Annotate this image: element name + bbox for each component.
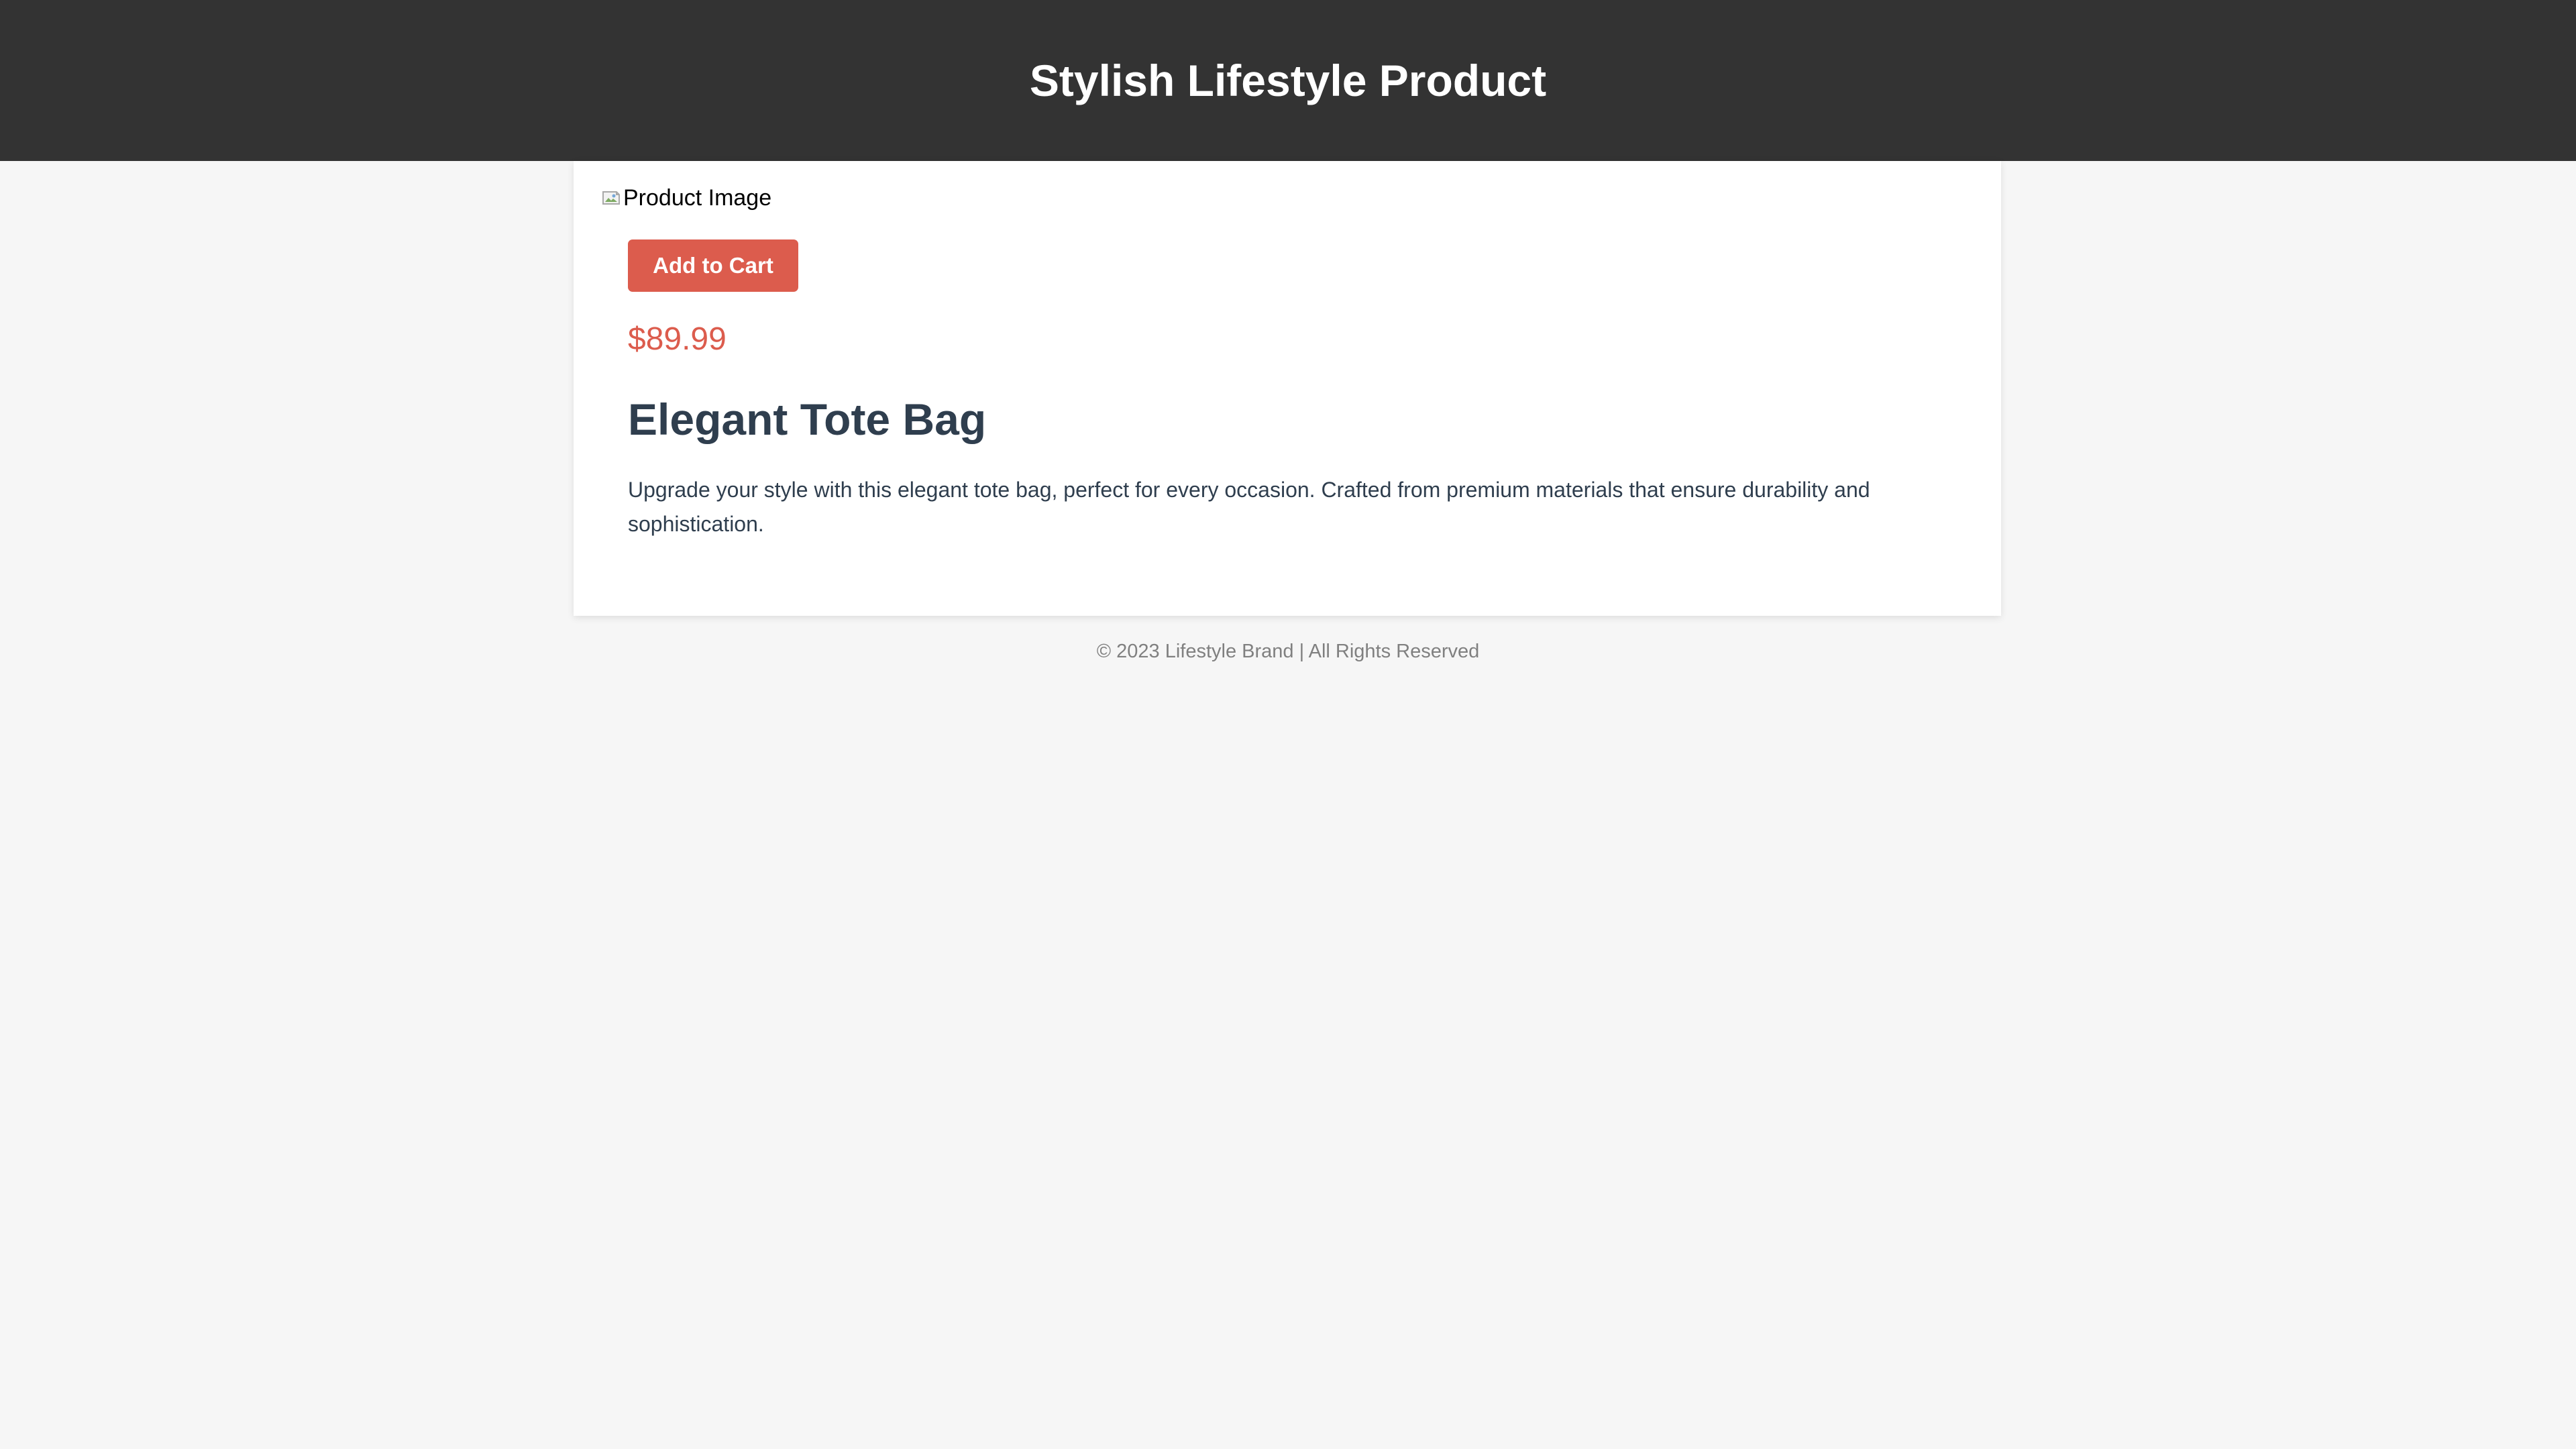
product-description: Upgrade your style with this elegant tot… bbox=[628, 478, 1870, 536]
product-card: Product Image Add to Cart $89.99 Elegant… bbox=[574, 161, 2001, 616]
add-to-cart-button[interactable]: Add to Cart bbox=[628, 239, 798, 292]
broken-image-icon bbox=[600, 187, 622, 209]
product-image-alt-text: Product Image bbox=[623, 185, 772, 211]
product-price: $89.99 bbox=[628, 321, 727, 357]
site-header: Stylish Lifestyle Product bbox=[0, 0, 2576, 161]
site-footer: © 2023 Lifestyle Brand | All Rights Rese… bbox=[1096, 641, 1480, 662]
product-name: Elegant Tote Bag bbox=[628, 394, 987, 444]
page-title: Stylish Lifestyle Product bbox=[1029, 56, 1547, 105]
product-image: Product Image bbox=[600, 186, 771, 209]
product-page: Stylish Lifestyle Product Product Image … bbox=[0, 0, 2576, 1449]
